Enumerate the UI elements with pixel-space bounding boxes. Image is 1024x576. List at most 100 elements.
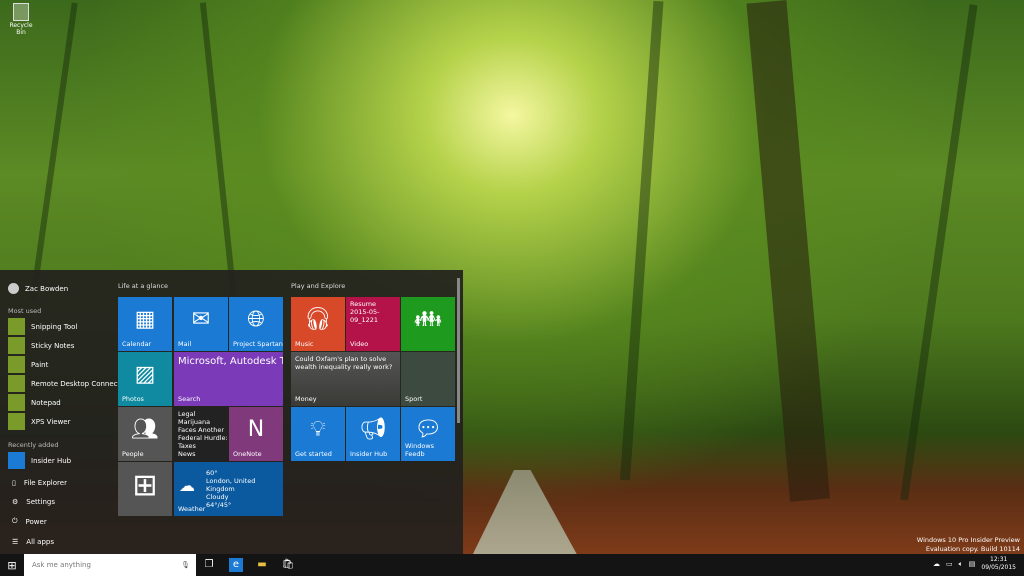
- photo-icon: ▨: [134, 362, 156, 387]
- tile-windows-feedback[interactable]: 💬︎ Windows Feedb: [401, 407, 455, 461]
- label: All apps: [26, 538, 55, 546]
- avatar: [8, 283, 19, 294]
- tile-weather[interactable]: ☁ 60° London, United Kingdom Cloudy 64°/45°…: [174, 462, 283, 516]
- date: 09/05/2015: [981, 564, 1016, 571]
- tile-label: Video: [350, 340, 369, 348]
- news-headline: Legal Marijuana Faces Another Federal Hu…: [178, 410, 228, 450]
- app-label: Notepad: [31, 398, 61, 407]
- app-paint[interactable]: Paint: [8, 356, 48, 373]
- app-label: Remote Desktop Connection: [31, 379, 131, 388]
- tile-project-spartan[interactable]: 🌐︎ Project Spartan: [229, 297, 283, 351]
- recycle-bin[interactable]: Recycle Bin: [4, 3, 38, 36]
- scrollbar-thumb[interactable]: [457, 278, 460, 423]
- weather-location: London, United Kingdom: [206, 477, 256, 493]
- time: 12:31: [990, 556, 1008, 563]
- globe-icon: 🌐︎: [247, 307, 265, 332]
- tile-label: Photos: [122, 395, 144, 403]
- windows-logo-icon: ⊞: [7, 558, 17, 572]
- app-label: Insider Hub: [31, 456, 72, 465]
- app-sticky-notes[interactable]: Sticky Notes: [8, 337, 74, 354]
- bamboo: [900, 4, 978, 501]
- start-button[interactable]: ⊞: [0, 554, 24, 576]
- app-label: Snipping Tool: [31, 322, 78, 331]
- volume-icon[interactable]: 🔈︎: [959, 560, 963, 569]
- remote-desktop-icon: [8, 375, 25, 392]
- tile-get-started[interactable]: 💡︎ Get started: [291, 407, 345, 461]
- label: Power: [25, 517, 47, 526]
- recently-added-heading: Recently added: [8, 441, 59, 449]
- paint-icon: [8, 356, 25, 373]
- app-snipping-tool[interactable]: Snipping Tool: [8, 318, 77, 335]
- weather-temp: 60°: [206, 469, 218, 477]
- task-view-icon[interactable]: ❐: [202, 558, 216, 572]
- settings-button[interactable]: ⚙ Settings: [12, 498, 55, 506]
- headphones-icon: 🎧︎: [304, 307, 332, 332]
- tile-label: Sport: [405, 395, 423, 403]
- power-icon: ⏻: [12, 517, 18, 525]
- tile-label: Project Spartan: [233, 340, 283, 348]
- tile-music[interactable]: 🎧︎ Music: [291, 297, 345, 351]
- tile-photos[interactable]: ▨ Photos: [118, 352, 172, 406]
- gear-icon: ⚙: [12, 498, 19, 506]
- group-life-at-a-glance: Life at a glance: [118, 282, 169, 290]
- tile-store[interactable]: ⊞: [118, 462, 172, 516]
- microphone-icon[interactable]: 🎙︎: [181, 561, 190, 569]
- bamboo: [746, 0, 830, 502]
- scrollbar[interactable]: [457, 274, 461, 550]
- search-box[interactable]: Ask me anything 🎙︎: [24, 554, 196, 576]
- weather-range: 64°/45°: [206, 501, 232, 509]
- tile-label: Music: [295, 340, 314, 348]
- label: File Explorer: [23, 479, 67, 487]
- app-notepad[interactable]: Notepad: [8, 394, 61, 411]
- tile-mail[interactable]: ✉ Mail: [174, 297, 228, 351]
- action-center-icon[interactable]: ▤: [969, 560, 976, 568]
- tile-label: Windows Feedb: [405, 442, 435, 458]
- tile-onenote[interactable]: N OneNote: [229, 407, 283, 461]
- snipping-tool-icon: [8, 318, 25, 335]
- tile-label: Insider Hub: [350, 450, 388, 458]
- tile-search[interactable]: Microsoft, Autodesk To Tackle The Comple…: [174, 352, 283, 406]
- power-button[interactable]: ⏻ Power: [12, 517, 47, 526]
- app-remote-desktop[interactable]: Remote Desktop Connection: [8, 375, 131, 392]
- store-taskbar-icon[interactable]: 🛍︎: [281, 558, 295, 572]
- notepad-icon: [8, 394, 25, 411]
- all-apps-button[interactable]: ☰ All apps: [12, 538, 54, 546]
- tile-sport[interactable]: Sport: [401, 352, 455, 406]
- app-label: XPS Viewer: [31, 417, 71, 426]
- weather-condition: Cloudy: [206, 493, 229, 501]
- tile-insider-hub[interactable]: 📢︎ Insider Hub: [346, 407, 400, 461]
- file-explorer-button[interactable]: ▯ File Explorer: [12, 479, 67, 487]
- tile-label: Calendar: [122, 340, 152, 348]
- tile-label: OneNote: [233, 450, 262, 458]
- app-insider-hub[interactable]: Insider Hub: [8, 452, 71, 469]
- money-headline: Could Oxfam's plan to solve wealth inequ…: [295, 355, 393, 371]
- tile-label: Search: [178, 395, 201, 403]
- megaphone-icon: 📢︎: [359, 417, 387, 442]
- tile-video[interactable]: Resume 2015-05-09_1221 Video: [346, 297, 400, 351]
- watermark: Windows 10 Pro Insider Preview Evaluation…: [917, 536, 1020, 554]
- spartan-browser-icon[interactable]: e: [229, 558, 243, 572]
- recycle-bin-label: Recycle Bin: [9, 22, 33, 36]
- clock[interactable]: 12:31 09/05/2015: [981, 556, 1016, 572]
- people-icon: 👥︎: [131, 417, 159, 442]
- tile-calendar[interactable]: ▦ Calendar: [118, 297, 172, 351]
- user-account[interactable]: Zac Bowden: [8, 283, 68, 294]
- tile-label: Get started: [295, 450, 332, 458]
- file-explorer-icon: ▯: [12, 479, 16, 487]
- cloud-icon[interactable]: ☁: [933, 560, 940, 568]
- mail-icon: ✉: [191, 307, 211, 332]
- calendar-icon: ▦: [134, 307, 156, 332]
- tile-money[interactable]: Could Oxfam's plan to solve wealth inequ…: [291, 352, 400, 406]
- sticky-notes-icon: [8, 337, 25, 354]
- list-icon: ☰: [12, 538, 19, 546]
- tile-label: Weather: [178, 505, 206, 513]
- network-icon[interactable]: ▭: [946, 560, 953, 568]
- file-explorer-taskbar-icon[interactable]: ▬: [255, 558, 269, 572]
- xbox-avatars-icon: 👪︎: [414, 307, 442, 332]
- app-xps-viewer[interactable]: XPS Viewer: [8, 413, 70, 430]
- cloud-icon: ☁: [179, 476, 195, 495]
- label: Settings: [26, 498, 55, 506]
- tile-xbox[interactable]: 👪︎: [401, 297, 455, 351]
- tile-people[interactable]: 👥︎ People: [118, 407, 172, 461]
- tile-news[interactable]: Legal Marijuana Faces Another Federal Hu…: [174, 407, 228, 461]
